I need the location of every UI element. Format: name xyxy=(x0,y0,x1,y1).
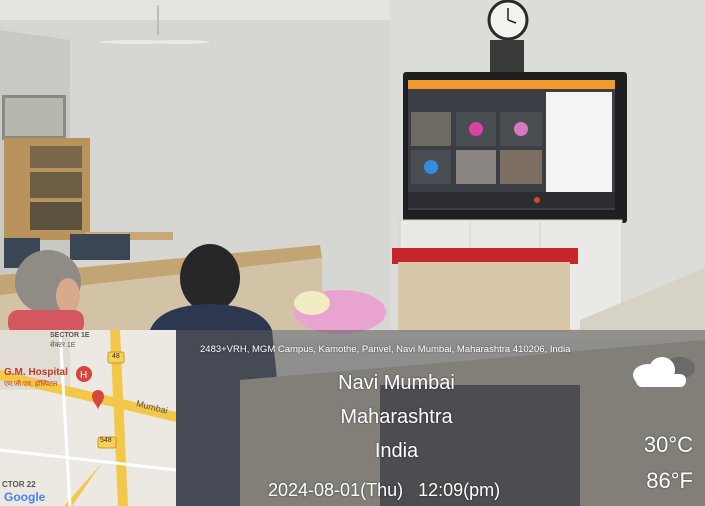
temperature-fahrenheit: 86°F xyxy=(646,468,693,493)
video-call-header xyxy=(408,80,615,89)
geotag-overlay: 2483+VRH, MGM Campus, Kamothe, Panvel, N… xyxy=(176,330,705,506)
map-road-48: 48 xyxy=(112,353,120,360)
fan-blade-2 xyxy=(150,40,210,44)
map-sector-top: SECTOR 1E xyxy=(50,332,90,339)
podium xyxy=(398,262,570,332)
city-label: Navi Mumbai xyxy=(338,372,455,394)
cabinet-shelf xyxy=(30,146,82,168)
chat-panel xyxy=(546,92,612,192)
photo-scene: 2483+VRH, MGM Campus, Kamothe, Panvel, N… xyxy=(0,0,705,506)
tile-slide xyxy=(500,150,542,184)
cloud-icon xyxy=(633,357,695,387)
podium-top xyxy=(392,248,578,264)
state-label: Maharashtra xyxy=(340,406,453,428)
cabinet-shelf-2 xyxy=(30,172,82,198)
datetime-label: 2024-08-01(Thu) 12:09(pm) xyxy=(268,480,501,500)
call-toolbar xyxy=(408,192,615,208)
google-logo: Google xyxy=(4,490,46,504)
person-right-hair xyxy=(180,244,240,312)
map-road-548: 548 xyxy=(100,437,112,444)
location-map: H SECTOR 1E सेक्टर 1E 48 G.M. Hospital ए… xyxy=(0,330,176,506)
cabinet-shelf-3 xyxy=(30,202,82,230)
country-label: India xyxy=(374,440,419,462)
tile-room xyxy=(411,112,451,146)
temperature-celsius: 30°C xyxy=(643,432,693,457)
address-line: 2483+VRH, MGM Campus, Kamothe, Panvel, N… xyxy=(200,344,571,355)
tile-person xyxy=(456,150,496,184)
chair-back xyxy=(70,234,130,260)
map-sector-top-hindi: सेक्टर 1E xyxy=(50,342,76,349)
svg-text:H: H xyxy=(80,370,87,381)
map-hospital-label: G.M. Hospital xyxy=(4,367,68,378)
window-glass xyxy=(5,98,63,136)
map-hospital-hindi: एम.जी.एम. हॉस्पिटल xyxy=(4,381,58,388)
camera-box xyxy=(490,40,524,74)
map-sector-bottom: CTOR 22 xyxy=(2,480,36,489)
